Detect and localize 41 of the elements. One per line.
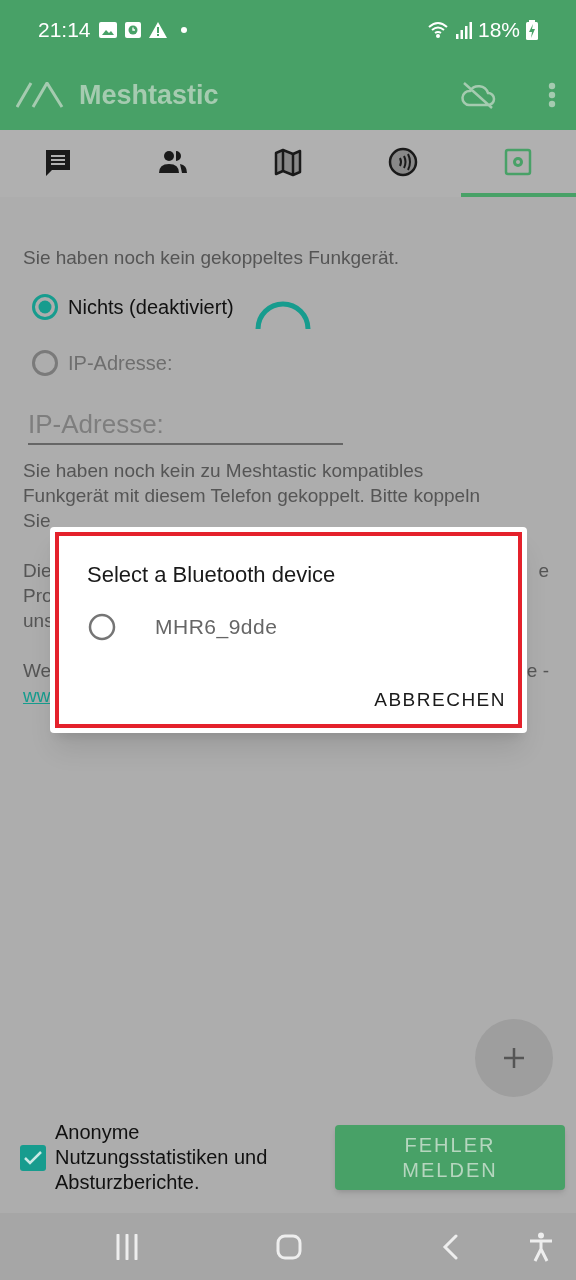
cloud-off-icon[interactable]: [460, 81, 496, 109]
text-fragment: Die: [23, 559, 52, 584]
home-icon[interactable]: [276, 1233, 302, 1260]
checkbox[interactable]: [20, 1144, 46, 1171]
settings-icon: [503, 146, 534, 177]
radio-button[interactable]: [87, 611, 117, 642]
checkbox-label: Anonyme Nutzungsstatistiken und Absturzberichte.: [55, 1120, 269, 1195]
app-title: Meshtastic: [79, 78, 219, 112]
status-time: 21:14: [38, 17, 91, 44]
more-icon[interactable]: [548, 82, 556, 108]
text-fragment: Funkgerät mit diesem Telefon gekoppelt. Bitte koppeln: [23, 484, 480, 509]
back-icon[interactable]: [442, 1233, 458, 1260]
map-icon: [273, 146, 303, 177]
battery-icon: [526, 20, 538, 40]
clock-icon: [124, 22, 141, 38]
link[interactable]: ww: [23, 682, 51, 711]
text-fragment: Sie: [23, 509, 51, 534]
text-fragment: We: [23, 659, 52, 684]
option-label: Nichts (deaktiviert): [68, 295, 234, 320]
warning-icon: [148, 22, 167, 38]
cancel-button[interactable]: ABBRECHEN: [372, 685, 508, 714]
text-fragment: e: [538, 559, 549, 584]
device-name: MHR6_9dde: [155, 614, 278, 641]
option-label: IP-Adresse:: [68, 351, 173, 376]
check-icon: [24, 1150, 42, 1165]
wifi-icon: [427, 21, 450, 39]
image-icon: [98, 22, 117, 38]
text-fragment: e -: [526, 659, 549, 684]
intro-text: Sie haben noch kein gekoppeltes Funkgerät.: [23, 246, 401, 270]
battery-percent: 18%: [477, 17, 520, 44]
logo-icon: [16, 82, 64, 108]
dot-icon: [180, 27, 187, 33]
signal-circle-icon: [388, 146, 419, 177]
text-fragment: Sie haben noch kein zu Meshtastic kompatibles: [23, 459, 424, 484]
report-bug-button[interactable]: FEHLER MELDEN: [335, 1125, 565, 1190]
recent-apps-icon[interactable]: [115, 1233, 139, 1260]
radio-button[interactable]: [31, 293, 59, 321]
signal-icon: [455, 21, 472, 39]
plus-icon: [503, 1047, 525, 1069]
dialog-title: Select a Bluetooth device: [87, 561, 337, 589]
accessibility-icon[interactable]: [529, 1231, 553, 1262]
